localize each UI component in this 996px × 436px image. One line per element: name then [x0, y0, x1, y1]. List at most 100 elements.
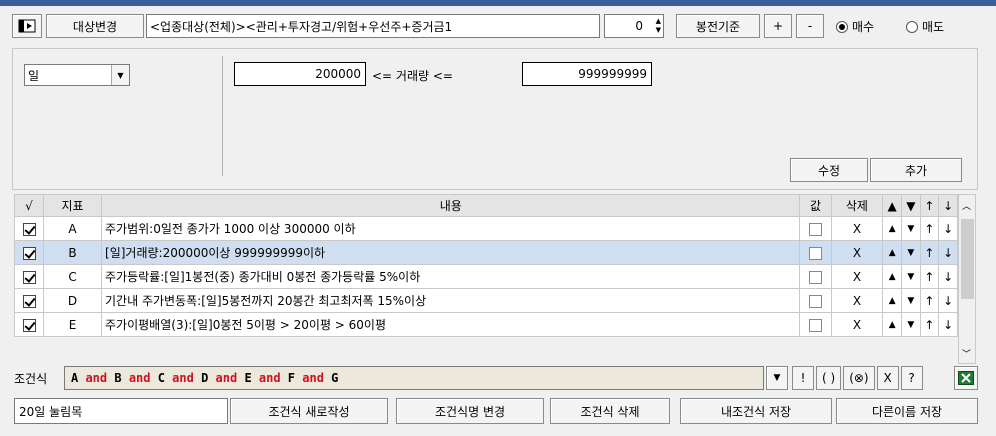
- chevron-down-icon[interactable]: ▼: [111, 65, 129, 85]
- move-top-icon[interactable]: ↑: [919, 240, 940, 265]
- delete-button[interactable]: X: [830, 216, 884, 241]
- window-top-strip: [0, 0, 996, 6]
- row-key: C: [42, 264, 103, 289]
- move-down-icon[interactable]: ▼: [900, 216, 921, 241]
- move-bottom-icon[interactable]: ↓: [938, 264, 958, 289]
- value-checkbox[interactable]: [808, 318, 822, 332]
- move-down-icon[interactable]: ▼: [900, 264, 921, 289]
- move-down-icon[interactable]: ▼: [900, 240, 921, 265]
- bong-basis-button[interactable]: 봉전기준: [676, 14, 760, 38]
- value-checkbox[interactable]: [808, 270, 822, 284]
- delete-button[interactable]: X: [830, 312, 884, 337]
- scroll-down-icon[interactable]: ﹀: [962, 347, 971, 360]
- delete-button[interactable]: X: [830, 264, 884, 289]
- move-bottom-icon[interactable]: ↓: [938, 216, 958, 241]
- sell-radio[interactable]: 매도: [906, 18, 944, 35]
- row-content: [일]거래량:200000이상 999999999이하: [101, 240, 801, 265]
- window-icon-button[interactable]: [12, 14, 42, 38]
- count-stepper[interactable]: 0 ▲ ▼: [604, 14, 664, 38]
- formula-op-button-1[interactable]: ( ): [816, 366, 842, 390]
- condition-table: √ 지표 내용 값 삭제 ▲ ▼ ↑ ↓ A 주가범위:0일전 종가가 1000…: [14, 194, 958, 337]
- header-bottom: ↓: [938, 194, 958, 217]
- row-content: 주가등락률:[일]1봉전(중) 종가대비 0봉전 종가등락률 5%이하: [101, 264, 801, 289]
- value-checkbox[interactable]: [808, 222, 822, 236]
- move-bottom-icon[interactable]: ↓: [938, 240, 958, 265]
- row-checkbox[interactable]: [22, 270, 36, 284]
- max-volume-input[interactable]: 999999999: [522, 62, 652, 86]
- move-top-icon[interactable]: ↑: [919, 312, 940, 337]
- formula-term: G: [331, 371, 339, 385]
- window-icon: [18, 19, 36, 33]
- move-top-icon[interactable]: ↑: [919, 288, 940, 313]
- volume-operator-text: <= 거래량 <=: [372, 69, 453, 83]
- move-bottom-icon[interactable]: ↓: [938, 288, 958, 313]
- scrollbar-thumb[interactable]: [961, 219, 974, 299]
- table-scrollbar[interactable]: ︿ ﹀: [958, 194, 976, 364]
- delete-button[interactable]: X: [830, 288, 884, 313]
- table-row[interactable]: B [일]거래량:200000이상 999999999이하 X ▲ ▼ ↑ ↓: [14, 240, 958, 265]
- move-up-icon[interactable]: ▲: [882, 288, 902, 313]
- row-content: 기간내 주가변동폭:[일]5봉전까지 20봉간 최고최저폭 15%이상: [101, 288, 801, 313]
- table-row[interactable]: D 기간내 주가변동폭:[일]5봉전까지 20봉간 최고최저폭 15%이상 X …: [14, 288, 958, 313]
- buy-radio[interactable]: 매수: [836, 18, 874, 35]
- sell-radio-dot[interactable]: [906, 20, 918, 33]
- new-condition-button[interactable]: 조건식 새로작성: [230, 398, 388, 424]
- formula-op-button-2[interactable]: (⊗): [843, 366, 875, 390]
- target-text-field[interactable]: <업종대상(전체)><관리+투자경고/위험+우선주+증거금1: [146, 14, 600, 38]
- buy-label: 매수: [852, 20, 875, 34]
- value-checkbox[interactable]: [808, 294, 822, 308]
- condition-name-input[interactable]: 20일 눌림목: [14, 398, 228, 424]
- change-target-button[interactable]: 대상변경: [46, 14, 144, 38]
- move-up-icon[interactable]: ▲: [882, 312, 902, 337]
- table-header-row: √ 지표 내용 값 삭제 ▲ ▼ ↑ ↓: [14, 194, 958, 217]
- row-checkbox[interactable]: [22, 294, 36, 308]
- formula-operator: and: [78, 371, 115, 385]
- row-checkbox[interactable]: [22, 246, 36, 260]
- save-my-condition-button[interactable]: 내조건식 저장: [680, 398, 832, 424]
- scroll-up-icon[interactable]: ︿: [962, 199, 971, 212]
- min-volume-input[interactable]: 200000: [234, 62, 366, 86]
- formula-input[interactable]: A and B and C and D and E and F and G: [64, 366, 764, 390]
- move-down-icon[interactable]: ▼: [900, 312, 921, 337]
- minus-button[interactable]: -: [796, 14, 824, 38]
- move-down-icon[interactable]: ▼: [900, 288, 921, 313]
- formula-term: C: [157, 371, 165, 385]
- formula-term: F: [287, 371, 296, 385]
- value-checkbox[interactable]: [808, 246, 822, 260]
- table-row[interactable]: A 주가범위:0일전 종가가 1000 이상 300000 이하 X ▲ ▼ ↑…: [14, 216, 958, 241]
- plus-button[interactable]: +: [764, 14, 792, 38]
- move-up-icon[interactable]: ▲: [882, 264, 902, 289]
- header-down: ▼: [900, 194, 921, 217]
- save-as-button[interactable]: 다른이름 저장: [836, 398, 978, 424]
- stepper-arrows-icon[interactable]: ▲ ▼: [656, 17, 661, 35]
- formula-operator: and: [208, 371, 245, 385]
- formula-op-button-0[interactable]: !: [792, 366, 814, 390]
- header-indicator: 지표: [42, 194, 103, 217]
- add-button[interactable]: 추가: [870, 158, 962, 182]
- delete-condition-button[interactable]: 조건식 삭제: [550, 398, 670, 424]
- rename-condition-button[interactable]: 조건식명 변경: [396, 398, 544, 424]
- formula-term: D: [201, 371, 209, 385]
- buy-radio-dot[interactable]: [836, 20, 848, 33]
- edit-button[interactable]: 수정: [790, 158, 868, 182]
- table-row[interactable]: C 주가등락률:[일]1봉전(중) 종가대비 0봉전 종가등락률 5%이하 X …: [14, 264, 958, 289]
- formula-operator: and: [164, 371, 202, 385]
- sell-label: 매도: [922, 20, 945, 34]
- move-up-icon[interactable]: ▲: [882, 240, 902, 265]
- delete-button[interactable]: X: [830, 240, 884, 265]
- formula-op-button-4[interactable]: ?: [900, 366, 923, 390]
- header-check: √: [14, 194, 44, 217]
- period-select[interactable]: 일 ▼: [24, 64, 130, 86]
- move-top-icon[interactable]: ↑: [919, 216, 940, 241]
- excel-export-button[interactable]: [954, 366, 978, 390]
- move-up-icon[interactable]: ▲: [882, 216, 902, 241]
- formula-op-button-3[interactable]: X: [876, 366, 899, 390]
- move-bottom-icon[interactable]: ↓: [938, 312, 958, 337]
- table-row[interactable]: E 주가이평배열(3):[일]0봉전 5이평 > 20이평 > 60이평 X ▲…: [14, 312, 958, 337]
- formula-dropdown-icon[interactable]: ▼: [766, 366, 788, 390]
- row-checkbox[interactable]: [22, 318, 36, 332]
- move-top-icon[interactable]: ↑: [919, 264, 940, 289]
- count-value: 0: [635, 19, 643, 33]
- formula-operator: and: [251, 371, 288, 385]
- row-checkbox[interactable]: [22, 222, 36, 236]
